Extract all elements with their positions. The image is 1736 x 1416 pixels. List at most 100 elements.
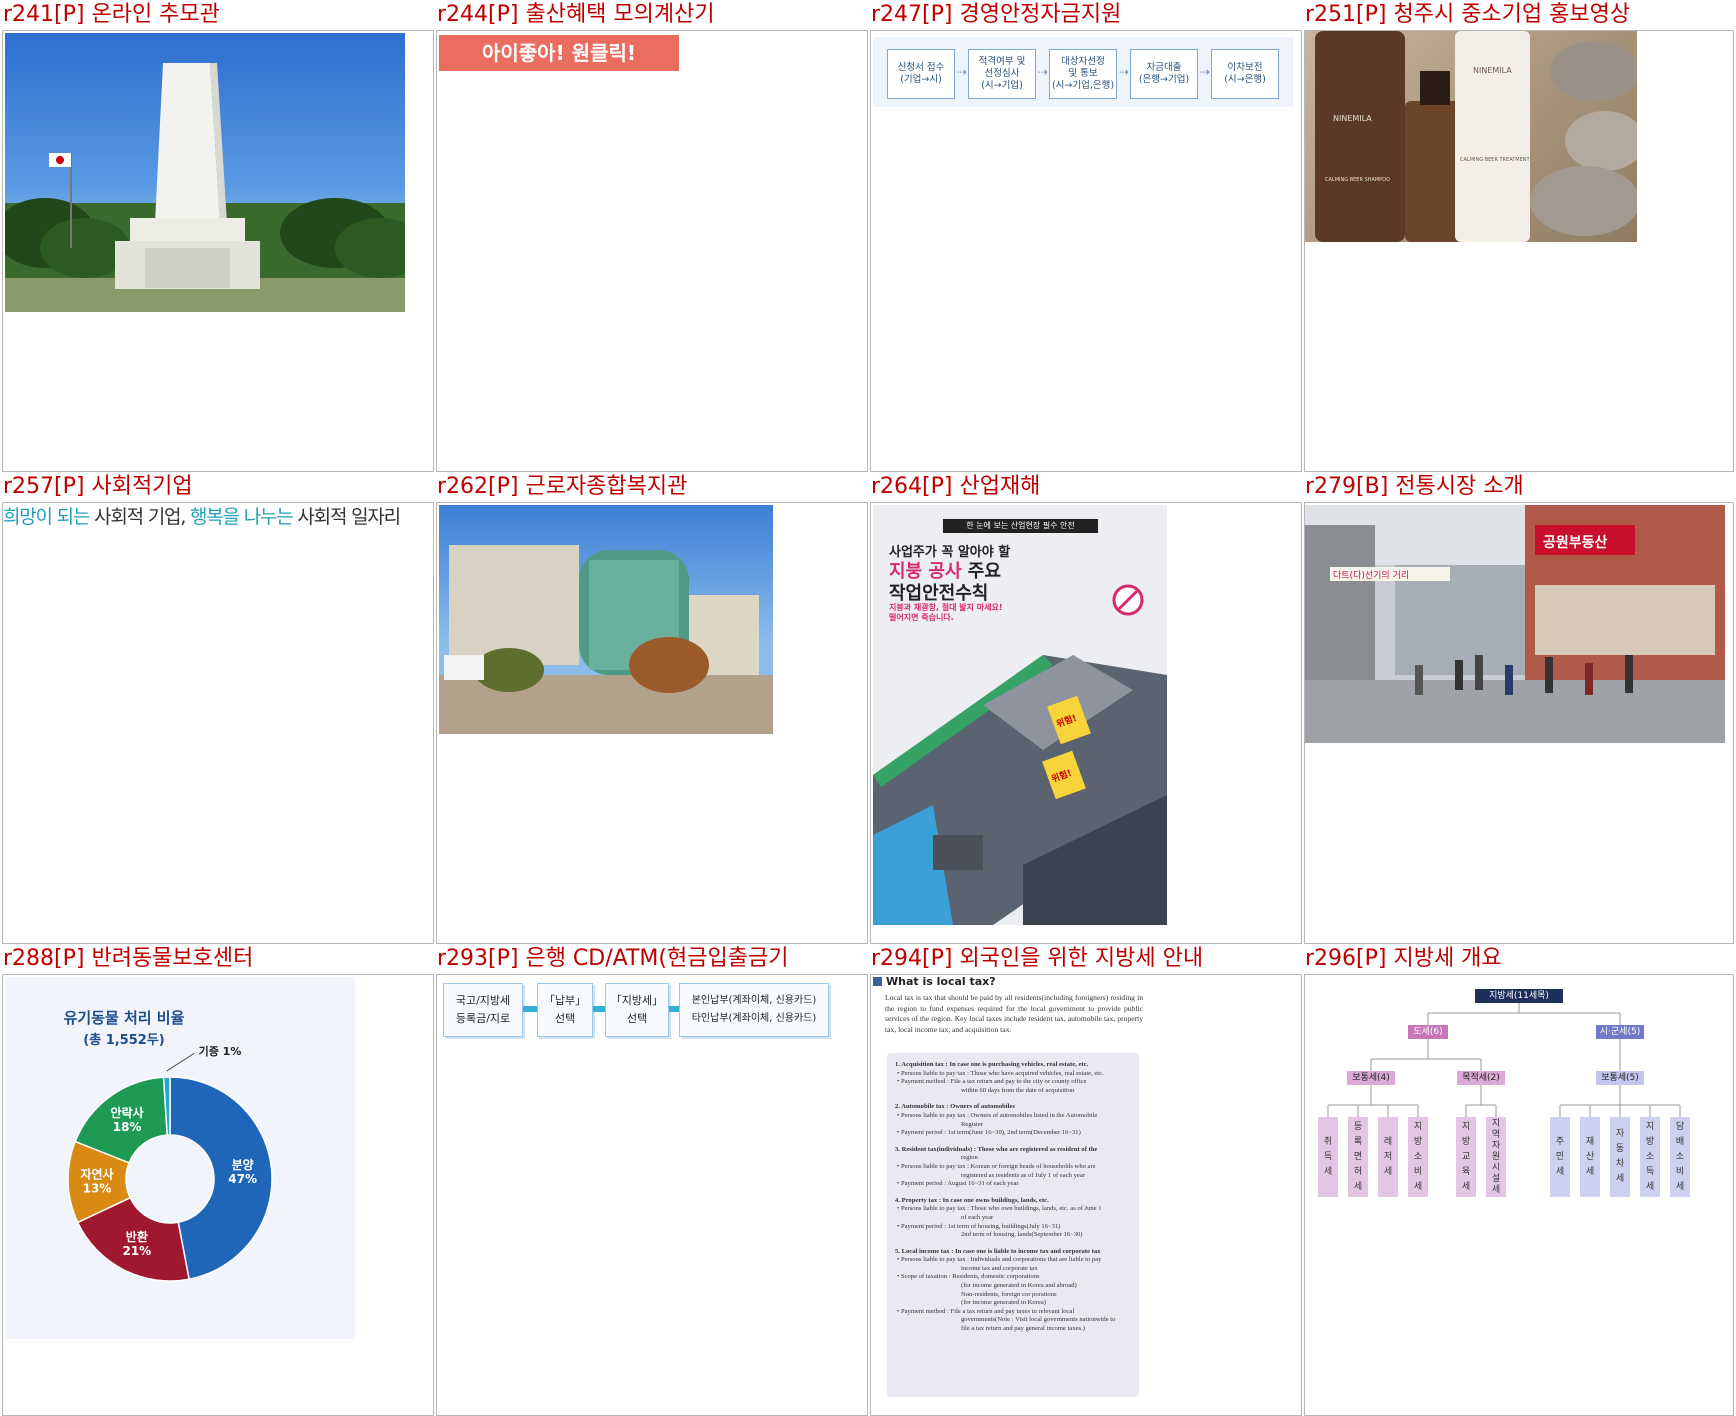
doc-tax-sections: 1. Acquisition tax : In case one is purc… [887,1053,1139,1397]
social-enterprise-tagline: 희망이 되는 사회적 기업, 행복을 나누는 사회적 일자리 [3,503,401,531]
tax-province-ordinary-node: 보통세(4) [1347,1071,1395,1085]
tile-title: r296[P] 지방세 개요 [1305,946,1502,971]
tax-leaf-item: 지 방 소 비 세 [1408,1117,1428,1197]
flow-step-label: 자금대출 (은행→기업) [1138,62,1190,85]
tax-section-heading: 4. Property tax : In case one owns build… [895,1196,1049,1204]
tile-frame: 공원부동산 다트(다)선기의 거리 [1304,502,1734,944]
tax-section-line: Non-residents, foreign cor porations [961,1290,1057,1298]
tile-frame: 유기동물 처리 비율 (총 1,552두) 분양 47% 반환 21% 자연사 13% 안락… [2,974,434,1416]
pet-chart-panel: 유기동물 처리 비율 (총 1,552두) 분양 47% 반환 21% 자연사 13% 안락… [5,977,355,1339]
atm-step-method: 본인납부(계좌이체, 신용카드) 타인납부(계좌이체, 신용카드) [679,983,829,1037]
slice-label: 47% [228,1172,257,1186]
slice-label: 자연사 [80,1166,113,1181]
atm-step-label: 본인납부(계좌이체, 신용카드) 타인납부(계좌이체, 신용카드) [691,995,817,1024]
tile-frame [2,30,434,472]
tax-leaf-item: 레 저 세 [1378,1117,1398,1197]
flow-step: 이차보전 (시→은행) [1211,49,1279,99]
tile-frame: 신청서 접수 (기업→시) ⇢ 적격여부 및 선정심사 (시→기업) ⇢ 대상자… [870,30,1302,472]
tile-r279[interactable]: r279[B] 전통시장 소개 공원부동산 다트(다)선기의 거리 [1302,472,1736,944]
tax-leaf-item: 등 록 면 허 세 [1348,1117,1368,1197]
tax-province-node: 도세(6) [1408,1025,1448,1039]
flow-step-label: 적격여부 및 선정심사 (시→기업) [978,56,1026,91]
tile-r264[interactable]: r264[P] 산업재해 한 눈에 보는 산업현장 필수 안전 사업주가 꼭 알… [868,472,1302,944]
tax-leaf-item: 재 산 세 [1580,1117,1600,1197]
tile-frame: What is local tax? Local tax is tax that… [870,974,1302,1416]
slice-label: 기증 1% [199,1044,242,1058]
product-label: CALMING BEER TREATMENT [1460,157,1530,163]
tax-section-line: (for income generated in Korea and abroa… [961,1282,1077,1290]
flow-step: 적격여부 및 선정심사 (시→기업) [968,49,1036,99]
tile-r241[interactable]: r241[P] 온라인 추모관 [0,0,434,472]
fund-process-flow: 신청서 접수 (기업→시) ⇢ 적격여부 및 선정심사 (시→기업) ⇢ 대상자… [873,37,1293,107]
donut-chart: 분양47% 반환21% 자연사13% 안락사18% 기증 1% [67,1044,273,1282]
tax-section-heading: 1. Acquisition tax : In case one is purc… [895,1061,1089,1068]
checkbox-icon [873,977,882,986]
tile-r244[interactable]: r244[P] 출산혜택 모의계산기 아이좋아! 원클릭! [434,0,868,472]
shop-sign: 공원부동산 [1543,534,1608,551]
tile-title: r262[P] 근로자종합복지관 [437,474,688,499]
tax-section-line: • Persons liable to pay tax : Korean or … [897,1162,1096,1170]
product-scene-graphic: NINEMILA NINEMILA CALMING BEER SHAMPOO C… [1315,31,1637,242]
tile-title: r294[P] 외국인을 위한 지방세 안내 [871,946,1204,971]
tax-section-line: • Persons liable to pay tax : Those who … [897,1205,1102,1213]
tile-title: r241[P] 온라인 추모관 [3,2,220,27]
tax-leaf-item: 지 방 교 육 세 [1456,1117,1476,1197]
tax-leaf-item: 지 역 자 원 시 설 세 [1486,1117,1506,1197]
tax-section-line: • Persons liable to pay tax : Individual… [897,1256,1102,1264]
tile-r257[interactable]: r257[P] 사회적기업 희망이 되는 사회적 기업, 행복을 나누는 사회적… [0,472,434,944]
arrow-icon: ⇢ [1200,65,1211,79]
doc-heading: What is local tax? [873,975,996,988]
tax-section-line: income tax and corporate tax [961,1264,1038,1272]
tax-root-node: 지방세(11세목) [1475,989,1563,1003]
tile-r296[interactable]: r296[P] 지방세 개요 지방세(11세목) 도세(6) 시·군세(5) 보… [1302,944,1736,1416]
tile-frame: 아이좋아! 원클릭! [436,30,868,472]
tax-section-line: governments(Note : Visit local governmen… [961,1316,1116,1324]
tile-frame: NINEMILA NINEMILA CALMING BEER SHAMPOO C… [1304,30,1734,472]
memorial-tower-photo [5,33,405,312]
tagline-part: 희망이 되는 [3,506,90,528]
tax-province-purpose-node: 목적세(2) [1457,1071,1505,1085]
flow-step-label: 이차보전 (시→은행) [1224,62,1266,85]
brand-label: NINEMILA [1333,114,1372,123]
tile-title: r247[P] 경영안정자금지원 [871,2,1122,27]
tax-leaf-item: 취 득 세 [1318,1117,1338,1197]
leader-line [166,1052,195,1072]
tile-r293[interactable]: r293[P] 은행 CD/ATM(현금입출금기 국고/지방세 등록금/지로 「… [434,944,868,1416]
safety-poster: 한 눈에 보는 산업현장 필수 안전 사업주가 꼭 알아야 할 지붕 공사 주요… [873,505,1167,925]
slice-label: 분양 [232,1157,254,1172]
welfare-center-photo [439,505,773,734]
tax-section-line: • Persons liable to pay tax : Those who … [897,1069,1104,1077]
poster-illustration: 위험! 위험! [873,584,1167,925]
tile-frame: 국고/지방세 등록금/지로 「납부」 선택 「지방세」 선택 본인납부(계좌이체… [436,974,868,1416]
tile-title: r257[P] 사회적기업 [3,474,193,499]
market-street-photo: 공원부동산 다트(다)선기의 거리 [1305,505,1725,743]
tax-section-line: • Payment period : 1st term of housing, … [897,1222,1061,1230]
tax-section-line: (for income generated in Korea) [961,1299,1046,1307]
tile-title: r279[B] 전통시장 소개 [1305,474,1524,499]
tax-section-heading: 3. Resident tax(individuals) : Those who… [895,1145,1098,1153]
slice-label: 안락사 [111,1105,144,1120]
tile-r288[interactable]: r288[P] 반려동물보호센터 유기동물 처리 비율 (총 1,552두) 분… [0,944,434,1416]
flow-step-label: 신청서 접수 (기업→시) [897,62,945,85]
atm-step-tax-type: 국고/지방세 등록금/지로 [443,983,523,1037]
tile-frame: 지방세(11세목) 도세(6) 시·군세(5) 보통세(4) 목적세(2) 보통… [1304,974,1734,1416]
tax-leaf-item: 담 배 소 비 세 [1670,1117,1690,1197]
tax-section-line: region [961,1154,978,1162]
atm-step-label: 「납부」 선택 [543,994,587,1025]
cosmetics-product-photo: NINEMILA NINEMILA CALMING BEER SHAMPOO C… [1305,31,1637,242]
tile-frame: 희망이 되는 사회적 기업, 행복을 나누는 사회적 일자리 [2,502,434,944]
arrow-icon [593,1006,605,1012]
tile-r294[interactable]: r294[P] 외국인을 위한 지방세 안내 What is local tax… [868,944,1302,1416]
tax-city-ordinary-node: 보통세(5) [1596,1071,1644,1085]
one-click-banner[interactable]: 아이좋아! 원클릭! [439,35,679,71]
product-label: CALMING BEER SHAMPOO [1325,177,1390,183]
slice-label: 18% [113,1120,142,1134]
tile-r247[interactable]: r247[P] 경영안정자금지원 신청서 접수 (기업→시) ⇢ 적격여부 및 … [868,0,1302,472]
tile-r262[interactable]: r262[P] 근로자종합복지관 [434,472,868,944]
atm-step-payment: 「납부」 선택 [537,983,593,1037]
tile-r251[interactable]: r251[P] 청주시 중소기업 홍보영상 NINEMILA NINEMILA … [1302,0,1736,472]
doc-heading-text: What is local tax? [886,975,996,988]
tax-leaf-item: 지 방 소 득 세 [1640,1117,1660,1197]
tax-leaf-item: 주 민 세 [1550,1117,1570,1197]
tile-title: r251[P] 청주시 중소기업 홍보영상 [1305,2,1631,27]
